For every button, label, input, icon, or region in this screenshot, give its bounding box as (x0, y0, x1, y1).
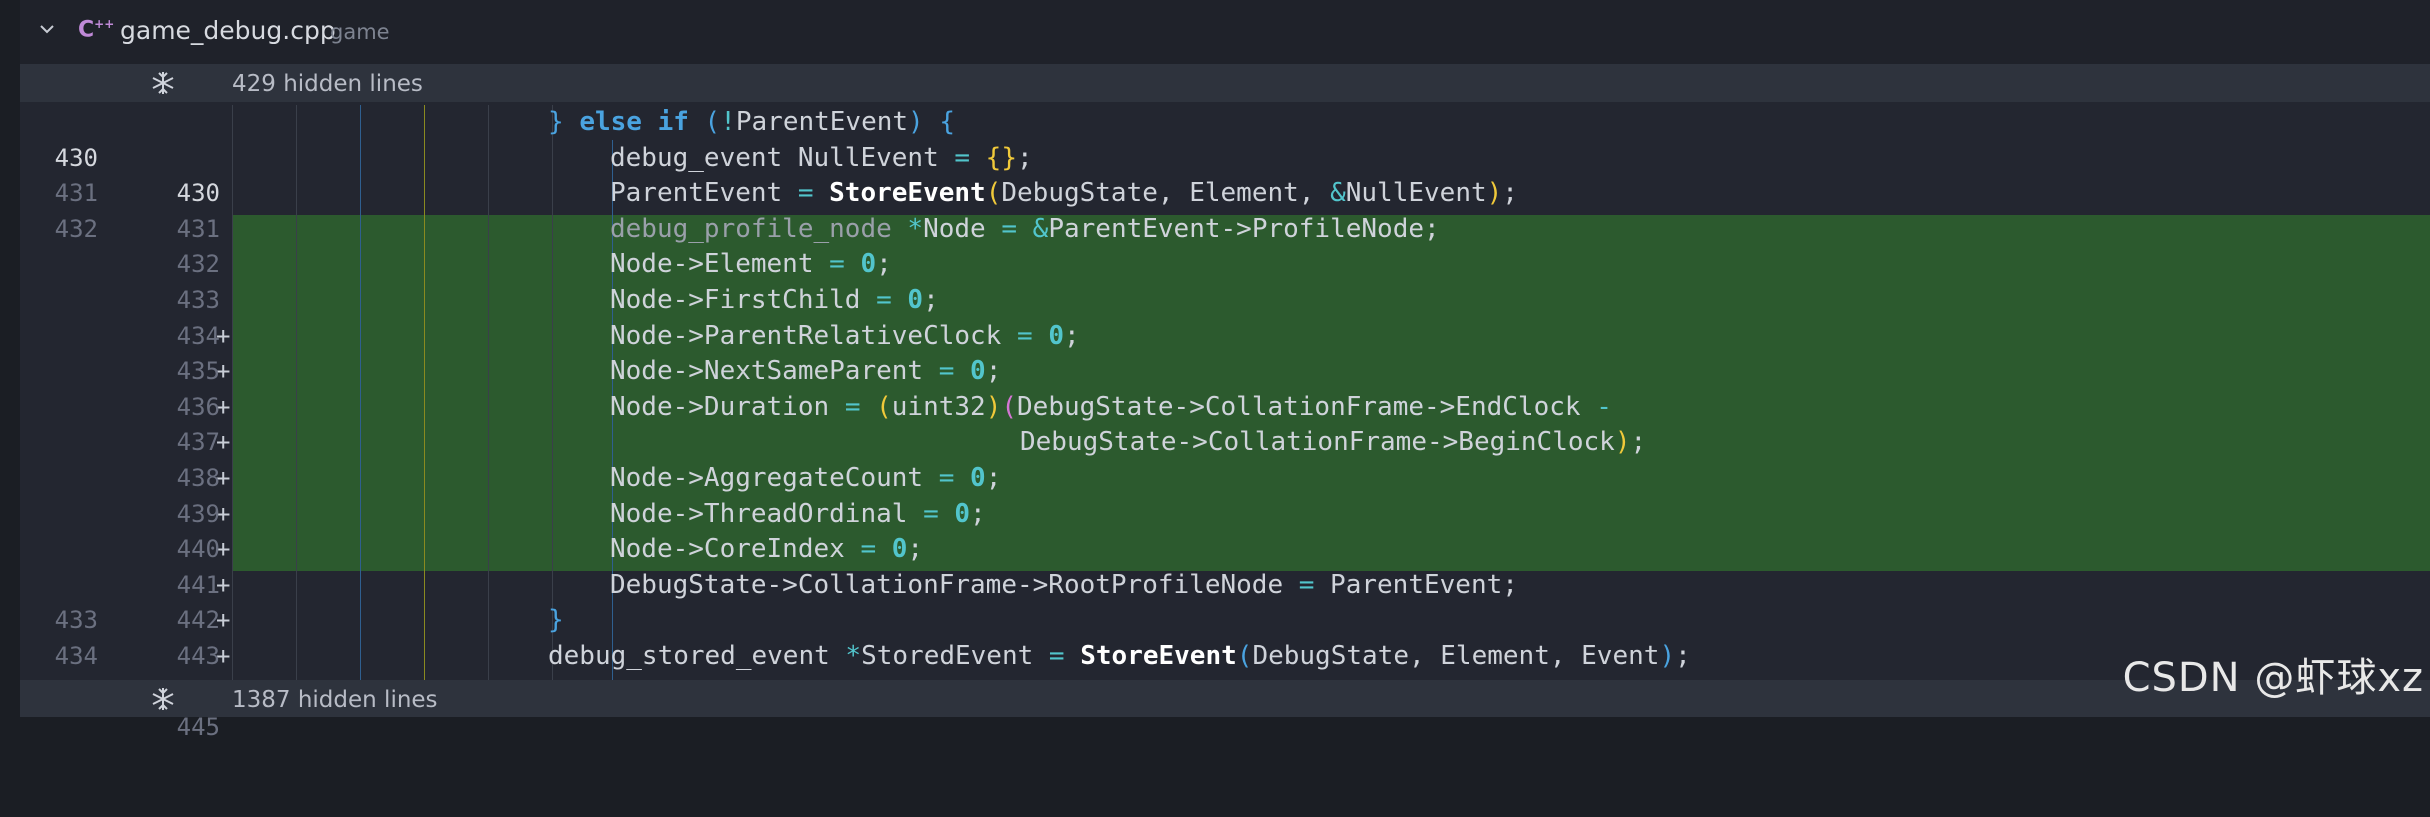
added-code-line[interactable]: 437 + Node->NextSameParent = 0; (20, 354, 2430, 492)
code-line[interactable]: 431 431 debug_event NullEvent = {}; (20, 141, 2430, 243)
hidden-lines-label: 1387 hidden lines (232, 687, 438, 713)
code-text: } else if (!ParentEvent) { (548, 107, 956, 137)
code-text: debug_event NullEvent = {}; (610, 142, 1033, 173)
code-text: Node->FirstChild = 0; (610, 285, 939, 315)
added-code-line[interactable]: 438 + Node->Duration = (uint32)(DebugSta… (20, 390, 2430, 528)
diff-editor: C++ game_debug.cpp game 429 hidden lines… (20, 0, 2430, 741)
added-code-line[interactable]: 442 + Node->CoreIndex = 0; (20, 532, 2430, 670)
file-directory: game (330, 20, 390, 44)
code-line[interactable]: 433 443 DebugState->CollationFrame->Root… (20, 568, 2430, 670)
code-text: DebugState->CollationFrame->BeginClock); (1020, 427, 1647, 458)
code-text: Node->Element = 0; (610, 249, 892, 280)
code-text: debug_stored_event *StoredEvent = StoreE… (548, 641, 1691, 671)
code-line[interactable]: 430 430 } else if (!ParentEvent) { (20, 105, 2430, 207)
code-text: Node->Duration = (uint32)(DebugState->Co… (610, 391, 1612, 422)
added-code-line[interactable]: 439 + DebugState->CollationFrame->BeginC… (20, 425, 2430, 563)
code-line[interactable]: 432 432 ParentEvent = StoreEvent(DebugSt… (20, 176, 2430, 278)
hidden-lines-bar-top[interactable]: 429 hidden lines (20, 64, 2430, 102)
code-line[interactable]: 434 444 } (20, 603, 2430, 705)
unfold-icon[interactable] (150, 70, 176, 96)
added-code-line[interactable]: 434 + Node->Element = 0; (20, 247, 2430, 385)
file-header[interactable]: C++ game_debug.cpp game (20, 0, 2430, 64)
code-area[interactable]: 430 430 } else if (!ParentEvent) { 431 4… (20, 105, 2430, 741)
code-text: debug_profile_node *Node = &ParentEvent-… (610, 213, 1440, 244)
added-code-line[interactable]: 441 + Node->ThreadOrdinal = 0; (20, 497, 2430, 635)
hidden-lines-label: 429 hidden lines (232, 71, 423, 97)
cpp-file-icon: C++ (78, 17, 115, 43)
code-text: } (548, 605, 564, 636)
code-text: DebugState->CollationFrame->RootProfileN… (610, 569, 1518, 600)
added-code-line[interactable]: 433 + debug_profile_node *Node = &Parent… (20, 212, 2430, 350)
chevron-down-icon[interactable] (40, 22, 54, 36)
added-code-line[interactable]: 435 + Node->FirstChild = 0; (20, 283, 2430, 421)
code-text: Node->NextSameParent = 0; (610, 356, 1002, 387)
unfold-icon[interactable] (150, 686, 176, 712)
code-text: Node->ThreadOrdinal = 0; (610, 498, 986, 529)
hidden-lines-bar-bottom[interactable]: 1387 hidden lines (20, 680, 2430, 717)
code-text: Node->AggregateCount = 0; (610, 463, 1002, 493)
code-line[interactable]: 435 445 debug_stored_event *StoredEvent … (20, 639, 2430, 741)
file-name[interactable]: game_debug.cpp (120, 16, 336, 45)
code-text: ParentEvent = StoreEvent(DebugState, Ele… (610, 178, 1518, 209)
watermark: CSDN @虾球xz (2122, 655, 2424, 701)
added-code-line[interactable]: 436 + Node->ParentRelativeClock = 0; (20, 319, 2430, 457)
added-code-line[interactable]: 440 + Node->AggregateCount = 0; (20, 461, 2430, 599)
code-text: Node->CoreIndex = 0; (610, 534, 924, 565)
code-text: Node->ParentRelativeClock = 0; (610, 320, 1080, 351)
